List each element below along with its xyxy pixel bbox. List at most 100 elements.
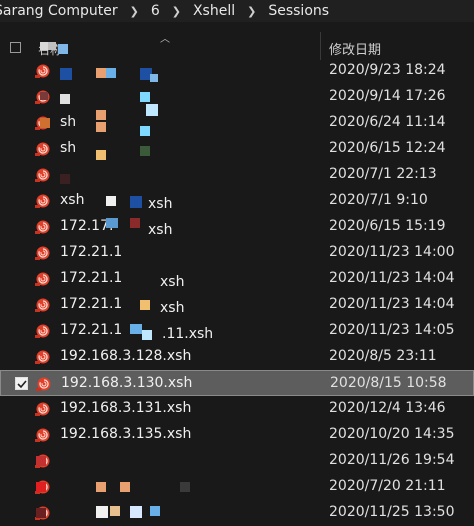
file-list: 2020/9/23 18:24 2020/9/14 17:26 sh 2020/6/2… [0, 58, 474, 526]
redaction-block [48, 42, 56, 50]
redaction-block [96, 122, 106, 132]
xshell-session-icon [34, 349, 52, 365]
xshell-session-icon [34, 63, 52, 79]
file-name: 172.21.1 [60, 296, 123, 312]
redaction-block [96, 68, 106, 78]
xshell-session-icon [34, 193, 52, 209]
redaction-block [40, 118, 50, 128]
breadcrumb-item[interactable]: 6 [145, 3, 166, 19]
xshell-session-icon [34, 297, 52, 313]
redaction-block [96, 150, 106, 160]
file-row[interactable]: xsh 2020/7/1 9:10 [0, 188, 474, 214]
xshell-session-icon [34, 401, 52, 417]
file-date-modified: 2020/11/23 14:05 [329, 322, 455, 338]
file-row[interactable]: 172.21.1 2020/11/23 14:04 [0, 292, 474, 318]
file-date-modified: 2020/11/25 13:50 [329, 504, 455, 520]
file-name: 172.21.1 [60, 244, 123, 260]
xshell-session-icon [34, 427, 52, 443]
file-name: 172.21.1 [60, 322, 123, 338]
redaction-block [130, 324, 142, 334]
redaction-block [140, 92, 150, 102]
file-row[interactable]: 192.168.3.130.xsh 2020/8/15 10:58 [0, 370, 474, 396]
file-date-modified: 2020/12/4 13:46 [329, 400, 446, 416]
redaction-block [142, 330, 152, 340]
file-date-modified: 2020/6/15 15:19 [329, 218, 446, 234]
xshell-session-icon [34, 141, 52, 157]
redaction-block [110, 506, 120, 516]
file-name: 192.168.3.128.xsh [60, 348, 192, 364]
file-name-suffix: xsh [148, 196, 173, 212]
select-all-checkbox[interactable] [10, 42, 21, 53]
column-date-modified[interactable]: 修改日期 [329, 39, 381, 58]
redaction-block [40, 42, 48, 50]
redaction-block [58, 44, 68, 54]
chevron-right-icon: ❯ [129, 4, 139, 18]
file-row[interactable]: 172.21.1 2020/11/23 14:05 [0, 318, 474, 344]
redaction-block [120, 482, 130, 492]
xshell-session-icon [34, 245, 52, 261]
file-row[interactable]: 192.168.3.135.xsh 2020/10/20 14:35 [0, 422, 474, 448]
redaction-block [130, 506, 142, 518]
file-name: xsh [60, 192, 85, 208]
redaction-block [140, 300, 150, 310]
redaction-block [150, 506, 160, 516]
chevron-right-icon: ❯ [247, 4, 257, 18]
breadcrumb-item[interactable]: Sessions [262, 3, 335, 19]
file-row[interactable]: 192.168.3.128.xsh 2020/8/5 23:11 [0, 344, 474, 370]
file-name: sh [60, 140, 77, 156]
breadcrumb: Sarang Computer ❯ 6 ❯ Xshell ❯ Sessions [0, 0, 474, 23]
xshell-session-icon [35, 376, 53, 392]
file-date-modified: 2020/6/24 11:14 [329, 114, 446, 130]
redaction-block [36, 456, 46, 466]
breadcrumb-item[interactable]: Xshell [187, 3, 241, 19]
redaction-block [36, 482, 46, 492]
column-divider[interactable] [320, 32, 321, 60]
file-name-suffix: xsh [160, 300, 185, 316]
file-row[interactable]: 192.168.3.131.xsh 2020/12/4 13:46 [0, 396, 474, 422]
file-row[interactable]: 2020/7/20 21:11 [0, 474, 474, 500]
xshell-session-icon [34, 323, 52, 339]
redaction-block [60, 94, 70, 104]
file-name-suffix: xsh [160, 274, 185, 290]
xshell-session-icon [34, 271, 52, 287]
file-name-suffix: .11.xsh [162, 326, 214, 342]
redaction-block [130, 218, 140, 228]
xshell-session-icon [34, 219, 52, 235]
breadcrumb-item[interactable]: Sarang Computer [0, 3, 124, 19]
redaction-block [150, 74, 158, 82]
file-row[interactable]: sh 2020/6/15 12:24 [0, 136, 474, 162]
redaction-block [60, 68, 72, 80]
redaction-block [180, 482, 190, 492]
file-row[interactable]: 172.17. 2020/6/15 15:19 [0, 214, 474, 240]
file-row[interactable]: 172.21.1 2020/11/23 14:04 [0, 266, 474, 292]
chevron-right-icon: ❯ [171, 4, 181, 18]
redaction-block [130, 196, 142, 208]
file-row[interactable]: 172.21.1 2020/11/23 14:00 [0, 240, 474, 266]
file-row[interactable]: 2020/11/26 19:54 [0, 448, 474, 474]
file-date-modified: 2020/6/15 12:24 [329, 140, 446, 156]
file-date-modified: 2020/7/20 21:11 [329, 478, 446, 494]
file-row[interactable]: 2020/7/1 22:13 [0, 162, 474, 188]
file-row[interactable]: sh 2020/6/24 11:14 [0, 110, 474, 136]
file-name: 192.168.3.130.xsh [61, 375, 193, 391]
redaction-block [96, 482, 106, 492]
file-row[interactable]: 2020/11/25 13:50 [0, 500, 474, 526]
file-date-modified: 2020/8/15 10:58 [330, 375, 447, 391]
row-checkbox[interactable] [15, 377, 28, 390]
file-date-modified: 2020/11/23 14:00 [329, 244, 455, 260]
redaction-block [146, 104, 158, 116]
file-name: 192.168.3.131.xsh [60, 400, 192, 416]
redaction-block [96, 110, 106, 120]
redaction-block [36, 508, 46, 518]
file-name: 172.21.1 [60, 270, 123, 286]
xshell-session-icon [34, 167, 52, 183]
file-date-modified: 2020/9/14 17:26 [329, 88, 446, 104]
file-date-modified: 2020/8/5 23:11 [329, 348, 437, 364]
file-date-modified: 2020/9/23 18:24 [329, 62, 446, 78]
column-header: ︿ 名称 修改日期 [0, 22, 474, 60]
redaction-block [106, 218, 118, 228]
file-name: sh [60, 114, 77, 130]
redaction-block [140, 126, 150, 136]
redaction-block [96, 506, 108, 518]
file-row[interactable]: 2020/9/14 17:26 [0, 84, 474, 110]
